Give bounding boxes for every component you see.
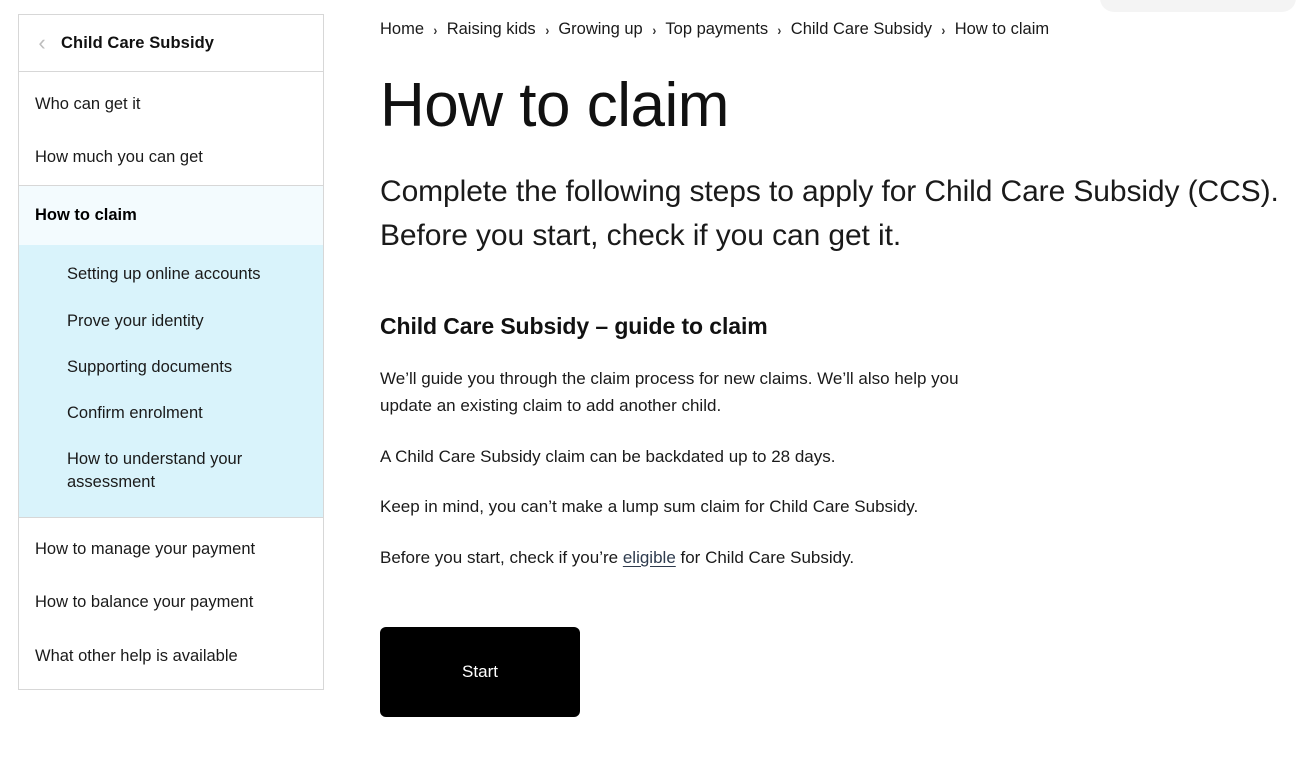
chevron-right-icon: ›: [652, 21, 657, 38]
eligible-link[interactable]: eligible: [623, 548, 676, 567]
section-navigation-sidebar: ‹ Child Care Subsidy Who can get it How …: [18, 14, 324, 691]
chevron-right-icon: ›: [545, 21, 549, 38]
sidebar-item-what-other-help-is-available[interactable]: What other help is available: [19, 630, 323, 689]
eligibility-text-before: Before you start, check if you’re: [380, 547, 623, 567]
sidebar-item-how-to-balance-your-payment[interactable]: How to balance your payment: [19, 576, 323, 629]
main-content: Home › Raising kids › Growing up › Top p…: [324, 14, 1296, 718]
sidebar-item-who-can-get-it[interactable]: Who can get it: [19, 72, 323, 131]
chevron-left-icon[interactable]: ‹: [35, 32, 49, 54]
breadcrumb-item-home[interactable]: Home: [380, 20, 424, 39]
nav-group-top: Who can get it How much you can get: [19, 72, 323, 185]
sidebar-header[interactable]: ‹ Child Care Subsidy: [19, 15, 323, 72]
breadcrumb-item-child-care-subsidy[interactable]: Child Care Subsidy: [791, 20, 932, 39]
top-right-widget: [1100, 0, 1296, 12]
start-button[interactable]: Start: [380, 627, 580, 718]
sidebar-title: Child Care Subsidy: [61, 33, 215, 52]
sidebar-item-prove-your-identity[interactable]: Prove your identity: [19, 298, 323, 344]
page-title: How to claim: [380, 71, 729, 140]
sidebar-item-setting-up-online-accounts[interactable]: Setting up online accounts: [19, 251, 323, 297]
chevron-right-icon: ›: [941, 21, 946, 38]
sidebar-sub-list: Setting up online accounts Prove your id…: [19, 245, 323, 517]
nav-group-active: How to claim Setting up online accounts …: [19, 184, 323, 518]
sidebar-item-supporting-documents[interactable]: Supporting documents: [19, 344, 323, 390]
breadcrumb-item-top-payments[interactable]: Top payments: [665, 20, 768, 39]
paragraph-backdate: A Child Care Subsidy claim can be backda…: [380, 446, 836, 466]
paragraph-eligibility: Before you start, check if you’re eligib…: [380, 544, 1000, 572]
breadcrumb-item-how-to-claim[interactable]: How to claim: [955, 20, 1049, 39]
page-intro: Complete the following steps to apply fo…: [380, 174, 1279, 253]
section-title: Child Care Subsidy – guide to claim: [380, 312, 768, 339]
sidebar-item-how-to-manage-your-payment[interactable]: How to manage your payment: [19, 518, 323, 576]
page-container: ‹ Child Care Subsidy Who can get it How …: [0, 0, 1296, 718]
sidebar-item-how-to-understand-your-assessment[interactable]: How to understand your assessment: [19, 436, 323, 505]
sidebar-item-how-much-you-can-get[interactable]: How much you can get: [19, 131, 323, 184]
breadcrumb-item-growing-up[interactable]: Growing up: [558, 20, 642, 39]
sidebar-item-how-to-claim[interactable]: How to claim: [19, 185, 323, 246]
sidebar-item-confirm-enrolment[interactable]: Confirm enrolment: [19, 390, 323, 436]
chevron-right-icon: ›: [777, 21, 782, 38]
paragraph-guide: We’ll guide you through the claim proces…: [380, 368, 959, 416]
eligibility-text-after: for Child Care Subsidy.: [675, 547, 855, 567]
breadcrumb: Home › Raising kids › Growing up › Top p…: [380, 14, 1296, 39]
paragraph-lump-sum: Keep in mind, you can’t make a lump sum …: [380, 497, 919, 517]
breadcrumb-item-raising-kids[interactable]: Raising kids: [447, 20, 536, 39]
nav-group-bottom: How to manage your payment How to balanc…: [19, 518, 323, 689]
chevron-right-icon: ›: [433, 21, 438, 38]
